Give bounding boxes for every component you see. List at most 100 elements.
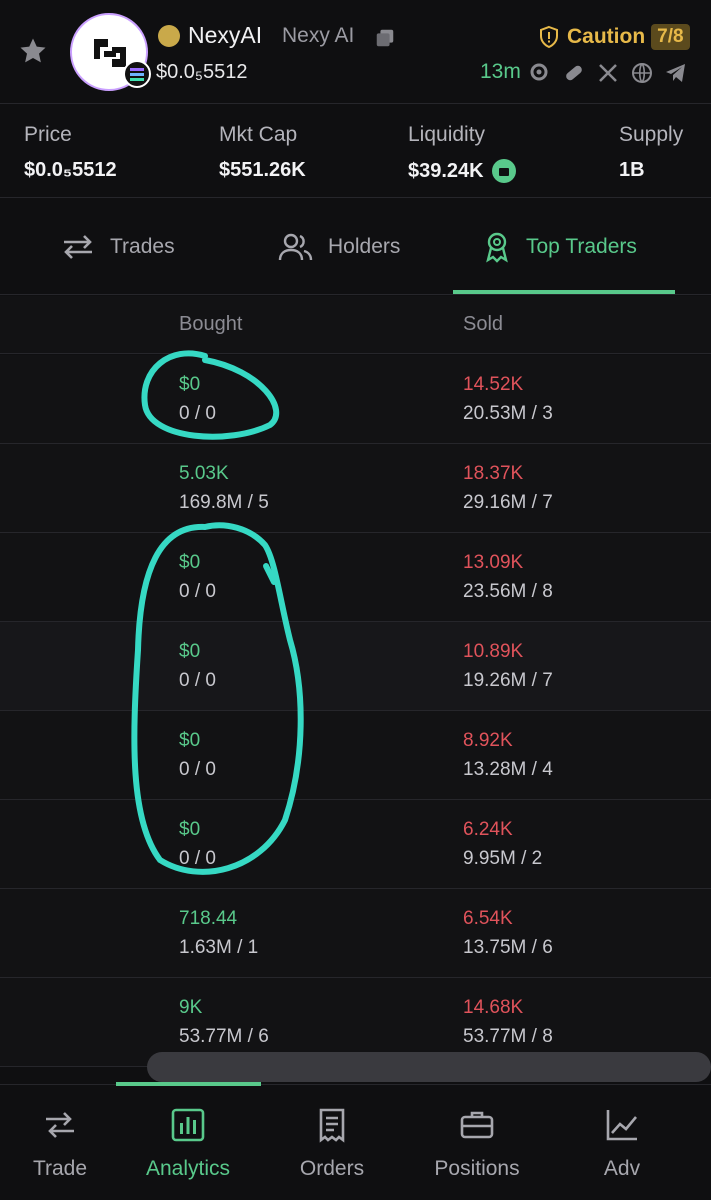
tab-label: Holders <box>328 235 401 258</box>
stat-value: $0.0₅5512 <box>24 159 117 181</box>
analytics-tabs: Trades Holders Top Traders <box>0 199 711 295</box>
bought-amount: 53.77M / 6 <box>179 1026 269 1047</box>
bar-chart-icon <box>171 1108 205 1142</box>
swap-icon <box>46 1112 74 1138</box>
bought-amount: 0 / 0 <box>179 759 216 780</box>
table-row[interactable]: $0 0 / 0 8.92K 13.28M / 4 <box>0 711 711 800</box>
sold-amount: 53.77M / 8 <box>463 1026 553 1047</box>
bought-amount: 0 / 0 <box>179 581 216 602</box>
stat-label: Supply <box>619 123 684 146</box>
top-traders-table: $0 0 / 0 14.52K 20.53M / 3 5.03K 169.8M … <box>0 355 711 1067</box>
sold-value: 13.09K <box>463 552 524 573</box>
bought-value: $0 <box>179 374 201 395</box>
bought-value: 5.03K <box>179 463 229 484</box>
tab-label: Top Traders <box>526 235 637 258</box>
bought-amount: 0 / 0 <box>179 848 216 869</box>
award-icon <box>486 232 508 263</box>
stat-value: $39.24K <box>408 159 484 182</box>
horizontal-scrollbar[interactable] <box>147 1052 711 1082</box>
globe-icon[interactable] <box>630 61 654 85</box>
solana-icon <box>123 60 151 88</box>
stat-price: Price $0.0₅5512 <box>24 123 117 182</box>
bought-amount: 0 / 0 <box>179 670 216 691</box>
sold-amount: 9.95M / 2 <box>463 848 543 869</box>
token-price: $0.0₅5512 <box>156 61 248 83</box>
bottom-navigation: Trade Analytics Orders Positions Adv <box>0 1082 711 1200</box>
bought-value: $0 <box>179 819 201 840</box>
sold-value: 6.54K <box>463 908 513 929</box>
users-icon <box>278 233 313 261</box>
briefcase-icon <box>460 1111 494 1139</box>
stat-liquidity: Liquidity $39.24K <box>408 123 516 183</box>
nav-positions[interactable]: Positions <box>417 1107 537 1181</box>
table-row[interactable]: $0 0 / 0 6.24K 9.95M / 2 <box>0 800 711 889</box>
table-row[interactable]: $0 0 / 0 14.52K 20.53M / 3 <box>0 355 711 444</box>
bought-value: 9K <box>179 997 203 1018</box>
star-icon[interactable] <box>18 36 48 66</box>
sold-value: 14.52K <box>463 374 524 395</box>
column-header-sold[interactable]: Sold <box>463 313 503 336</box>
stat-label: Liquidity <box>408 123 486 146</box>
sold-amount: 13.75M / 6 <box>463 937 553 958</box>
nav-label: Analytics <box>145 1157 231 1180</box>
bought-value: $0 <box>179 730 201 751</box>
copy-icon[interactable] <box>374 27 396 49</box>
sold-amount: 29.16M / 7 <box>463 492 553 513</box>
nav-label: Trade <box>32 1157 88 1180</box>
bought-amount: 169.8M / 5 <box>179 492 269 513</box>
nav-adv[interactable]: Adv <box>562 1107 682 1181</box>
bought-value: 718.44 <box>179 908 238 929</box>
table-row[interactable]: $0 0 / 0 10.89K 19.26M / 7 <box>0 622 711 711</box>
active-tab-indicator <box>453 290 675 294</box>
swap-icon <box>64 235 92 259</box>
sold-amount: 20.53M / 3 <box>463 403 553 424</box>
bought-amount: 0 / 0 <box>179 403 216 424</box>
pill-link-icon[interactable] <box>562 61 586 85</box>
sold-amount: 19.26M / 7 <box>463 670 553 691</box>
sold-amount: 23.56M / 8 <box>463 581 553 602</box>
risk-score: 7/8 <box>651 24 690 50</box>
sold-value: 14.68K <box>463 997 524 1018</box>
tab-trades[interactable]: Trades <box>60 199 175 295</box>
sold-value: 10.89K <box>463 641 524 662</box>
bought-amount: 1.63M / 1 <box>179 937 259 958</box>
active-nav-indicator <box>116 1082 261 1086</box>
column-header-bought[interactable]: Bought <box>179 313 242 336</box>
sold-amount: 13.28M / 4 <box>463 759 553 780</box>
tab-label: Trades <box>110 235 175 258</box>
token-symbol: NexyAI <box>188 22 263 48</box>
social-links <box>528 61 688 85</box>
token-header: NexyAI Nexy AI $0.0₅5512 Caution 7/8 13m <box>0 0 711 104</box>
bought-value: $0 <box>179 552 201 573</box>
table-header: Bought Sold <box>0 296 711 354</box>
table-row[interactable]: 5.03K 169.8M / 5 18.37K 29.16M / 7 <box>0 444 711 533</box>
stat-value: $551.26K <box>219 159 306 181</box>
bought-value: $0 <box>179 641 201 662</box>
telegram-icon[interactable] <box>664 61 688 85</box>
lock-icon <box>491 159 516 183</box>
sold-value: 6.24K <box>463 819 513 840</box>
x-icon[interactable] <box>596 61 620 85</box>
token-age: 13m <box>480 60 521 83</box>
risk-badge[interactable]: Caution 7/8 <box>537 24 690 50</box>
nav-trade[interactable]: Trade <box>0 1107 120 1181</box>
sold-value: 18.37K <box>463 463 524 484</box>
stat-supply: Supply 1B <box>619 123 683 182</box>
nav-orders[interactable]: Orders <box>272 1107 392 1181</box>
stat-label: Mkt Cap <box>219 123 298 146</box>
receipt-icon <box>319 1108 345 1143</box>
search-icon[interactable] <box>528 61 552 85</box>
shield-icon <box>540 25 558 49</box>
token-name: Nexy AI <box>282 24 355 47</box>
sold-value: 8.92K <box>463 730 513 751</box>
risk-label: Caution <box>567 25 646 48</box>
table-row[interactable]: 718.44 1.63M / 1 6.54K 13.75M / 6 <box>0 889 711 978</box>
token-stats: Price $0.0₅5512 Mkt Cap $551.26K Liquidi… <box>0 105 711 198</box>
tab-holders[interactable]: Holders <box>278 199 400 295</box>
stat-mkt-cap: Mkt Cap $551.26K <box>219 123 306 182</box>
trend-icon <box>606 1110 637 1141</box>
table-row[interactable]: $0 0 / 0 13.09K 23.56M / 8 <box>0 533 711 622</box>
nav-analytics[interactable]: Analytics <box>128 1107 248 1181</box>
nav-label: Adv <box>603 1157 641 1180</box>
tab-top-traders[interactable]: Top Traders <box>482 199 637 295</box>
